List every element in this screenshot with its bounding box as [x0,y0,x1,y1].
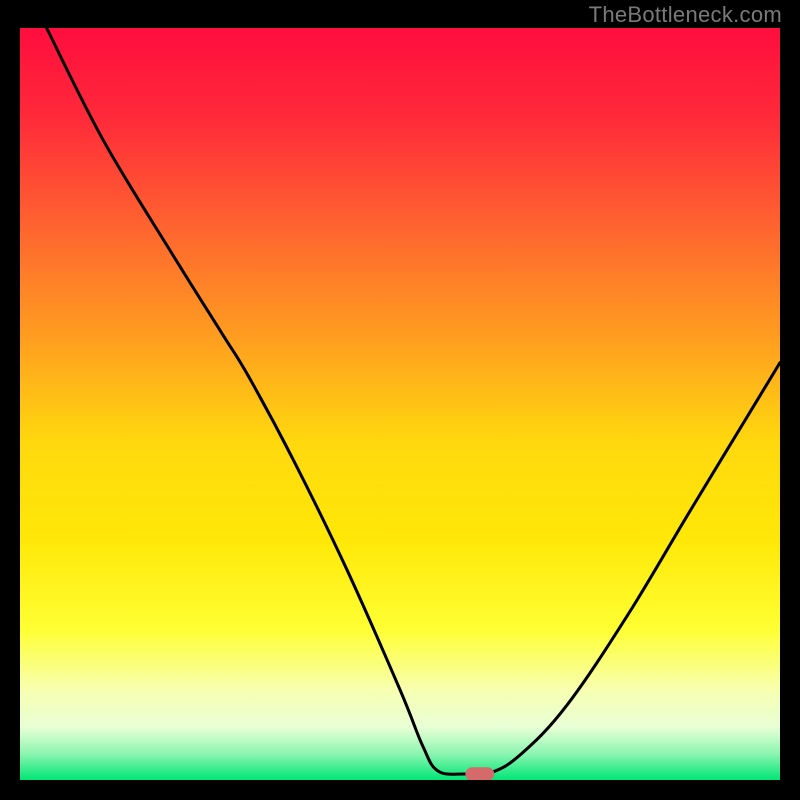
chart-frame: TheBottleneck.com [0,0,800,800]
optimum-marker [465,767,494,780]
gradient-background [20,28,780,780]
watermark-label: TheBottleneck.com [589,2,782,28]
bottleneck-plot [20,28,780,780]
